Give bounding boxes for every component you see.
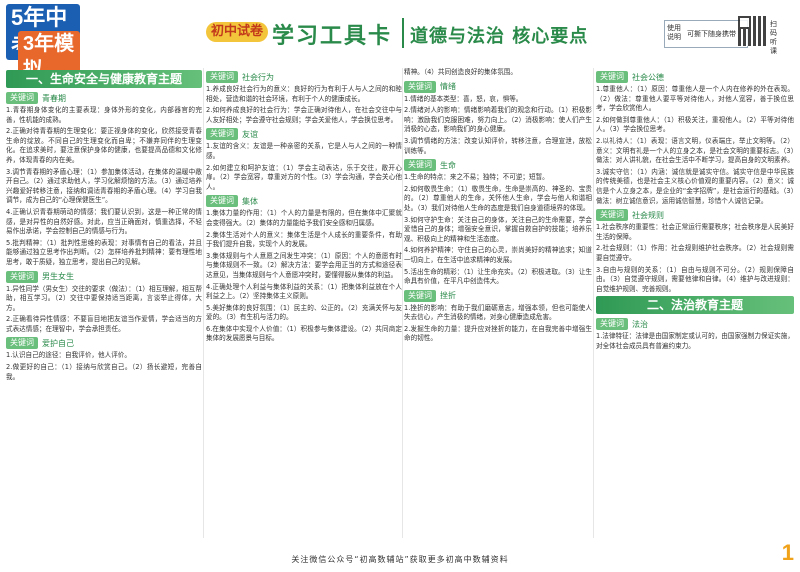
keyword-topic: 挫折 [440, 291, 456, 301]
point-text: 5.活出生命的精彩：（1）让生命充实。（2）积极进取。（3）让生命具有价值，在平… [404, 267, 592, 286]
keyword-tag: 关键词 [206, 71, 238, 83]
usage-box: 使用说明 可撕下随身携带 [664, 20, 748, 48]
keyword-row: 关键词 社会行为 [206, 71, 402, 83]
point-text: 3.如何守护生命：关注自己的身体，关注自己的生命需要，学会爱惜自己的身体；增强安… [404, 215, 592, 243]
keyword-tag: 关键词 [404, 159, 436, 172]
point-text: 3.集体规则与个人意愿之间发生冲突：（1）原因：个人的意愿有时与集体规则不一致。… [206, 251, 402, 279]
keyword-row: 关键词 法治 [596, 318, 794, 331]
point-text: 精神。（4）共同创造良好的集体氛围。 [404, 68, 517, 76]
keyword-row: 关键词 社会规则 [596, 209, 794, 222]
point-text: 2.如何建立和呵护友谊：（1）学会主动表达，乐于交往，敞开心扉。（2）学会宽容，… [206, 163, 402, 191]
keyword-tag: 关键词 [404, 289, 436, 302]
keyword-topic: 生命 [440, 160, 456, 170]
keyword-topic: 社会规则 [632, 210, 664, 220]
point-text: 2.如何养成良好的社会行为：学会正确对待他人，在社会交往中与人友好相处；学会遵守… [206, 106, 402, 124]
point-text: 4.正确认识青春期萌动的情感：我们要认识到，这是一种正常的情感，是对异性的自然好… [6, 207, 202, 236]
keyword-row: 关键词 情绪 [404, 80, 592, 93]
keyword-tag: 关键词 [6, 337, 38, 350]
brand-logo: 5年中考 3年模拟 [6, 4, 80, 83]
keyword-tag: 关键词 [596, 209, 628, 222]
point-text: 1.情绪的基本类型：喜，怒，哀，惧等。 [404, 94, 523, 103]
point-text: 2.情绪对人的影响：情绪影响着我们的观念和行动。（1）积极影响：激励我们克服困难… [404, 106, 592, 134]
point-text: 1.挫折的影响：有助于我们磨砺意志，增强本领，但也可能使人失去信心，产生消极的情… [404, 303, 592, 322]
column-4: 关键词 社会公德 1.尊重他人：（1）原因：尊重他人是一个人内在修养的外在表现。（… [596, 68, 794, 550]
point-text: 5.美好集体的良好氛围：（1）民主的、公正的。（2）充满关怀与友爱的。（3）有生… [206, 303, 402, 322]
point-text: 3.调节情绪的方法：改变认知评价，转移注意，合理宣泄，放松训练等。 [404, 136, 592, 155]
point-text: 2.正确看待异性情感：不要盲目地把友谊当作爱情，学会适当的方式表达情感；在理智中… [6, 315, 202, 333]
point-text: 1.异性同学（男女生）交往的要求（做法）：（1）相互理解，相互帮助，相互学习。（… [6, 284, 202, 312]
keyword-topic: 青春期 [42, 93, 66, 103]
page-number: 1 [781, 540, 794, 565]
point-text: 2.如何敬畏生命：（1）敬畏生命，生命是崇高的、神圣的、宝贵的。（2）尊重他人的… [404, 184, 592, 212]
keyword-tag: 关键词 [404, 80, 436, 93]
keyword-tag: 关键词 [6, 270, 38, 283]
point-text: 2.如何做到尊重他人：（1）积极关注，重视他人。（2）平等对待他人。（3）学会换… [596, 115, 794, 134]
keyword-row: 关键词 青春期 [6, 92, 202, 104]
point-text: 1.认识自己的途径：自我评价，他人评价。 [6, 351, 131, 360]
point-text: 3.自由与规则的关系：（1）自由与规则不可分。（2）规则保障自由。（3）自觉遵守… [596, 265, 794, 293]
keyword-topic: 法治 [632, 319, 648, 329]
point-text: 1.法律特征：法律是由国家制定或认可的，由国家强制力保证实施，对全体社会成员具有… [596, 332, 794, 350]
keyword-topic: 男生女生 [42, 272, 74, 281]
point-text: 1.生命的特点：来之不易；独特；不可逆；短暂。 [404, 173, 549, 182]
section-heading: 二、法治教育主题 [596, 296, 794, 315]
point-text: 1.养成良好社会行为的意义：良好的行为有利于人与人之间的和睦相处，营造和谐的社会… [206, 85, 402, 103]
keyword-tag: 关键词 [596, 71, 628, 83]
keyword-row: 关键词 集体 [206, 195, 402, 208]
keyword-row: 关键词 爱护自己 [6, 337, 202, 350]
keyword-tag: 关键词 [206, 128, 238, 141]
column-3: 精神。（4）共同创造良好的集体氛围。 关键词 情绪 1.情绪的基本类型：喜，怒，哀… [404, 68, 592, 550]
point-text: 2.集体生活对个人的意义：集体生活是个人成长的重要条件，有助于我们提升自我，实现… [206, 230, 402, 249]
keyword-row: 关键词 男生女生 [6, 270, 202, 283]
exam-badge: 初中试卷 [206, 22, 268, 42]
point-text: 3.调节青春期的矛盾心理：（1）参加集体活动，在集体的温暖中敞开自己。（2）通过… [6, 167, 202, 205]
keyword-tag: 关键词 [6, 92, 38, 104]
point-text: 2.做更好的自己：（1）接纳与欣赏自己。（2）扬长避短，完善自我。 [6, 363, 202, 381]
keyword-topic: 友谊 [242, 129, 258, 139]
point-text: 4.正确处理个人利益与集体利益的关系：（1）把集体利益放在个人利益之上。（2）坚… [206, 282, 402, 301]
keyword-row: 关键词 生命 [404, 159, 592, 172]
keyword-tag: 关键词 [206, 195, 238, 208]
point-text: 2.正确对待青春期的生理变化：要正视身体的变化，欣然接受青春生命的绽放。不同自己… [6, 127, 202, 164]
point-text: 1.尊重他人：（1）原因：尊重他人是一个人内在修养的外在表现。（2）做法：尊重他… [596, 85, 794, 113]
point-text: 1.集体力量的作用：（1）个人的力量是有限的，但在集体中汇聚就会变得强大。（2）… [206, 209, 402, 227]
keyword-topic: 集体 [242, 196, 258, 206]
column-2: 关键词 社会行为 1.养成良好社会行为的意义：良好的行为有利于人与人之间的和睦相处… [206, 68, 402, 550]
point-text: 2.以礼待人：（1）表现：语言文明，仪表端庄，举止文明等。（2）意义：文明有礼是… [596, 136, 794, 165]
footer-note: 关注微信公众号“初高数辅站”获取更多初高中数辅资料 [291, 555, 509, 564]
qr-label: 扫码听课 [770, 20, 777, 55]
point-text: 6.在集体中实现个人价值：（1）积极参与集体建设。（2）共同商定集体的发展愿景与… [206, 324, 402, 343]
header: 5年中考 3年模拟 初中试卷 学习工具卡 道德与法治 核心要点 使用说明 可撕下… [0, 0, 800, 83]
qr-code-icon[interactable] [738, 16, 768, 46]
point-text: 1.友谊的含义：友谊是一种亲密的关系，它是人与人之间的一种情感。 [206, 142, 402, 160]
point-text: 3.诚实守信：（1）内涵：诚信就是诚实守信。诚实守信是中华民族的传统美德，也是社… [596, 167, 794, 205]
point-text: 1.社会秩序的重要性：社会正常运行需要秩序；社会秩序是人民美好生活的保障。 [596, 223, 794, 241]
point-text: 2.发掘生命的力量：提升应对挫折的能力，在自我完善中增强生命的韧性。 [404, 324, 592, 343]
point-text: 5.批判精神：（1）批判性思维的表现：对事情有自己的看法，并且能够通过独立思考作… [6, 238, 202, 266]
keyword-row: 关键词 挫折 [404, 289, 592, 302]
column-divider [593, 68, 594, 538]
keyword-tag: 关键词 [596, 318, 628, 331]
page-subtitle: 道德与法治 核心要点 [410, 26, 589, 47]
section-heading: 一、生命安全与健康教育主题 [6, 70, 202, 88]
keyword-topic: 社会行为 [242, 72, 274, 82]
keyword-row: 关键词 社会公德 [596, 71, 794, 83]
column-divider [203, 68, 204, 538]
column-1: 一、生命安全与健康教育主题 关键词 青春期 1.青春期身体变化的主要表现：身体外形… [6, 68, 202, 550]
keyword-topic: 情绪 [440, 82, 456, 92]
point-text: 4.如何养护精神：守住自己的心灵，崇尚美好的精神追求；知道一切向上，在生活中追求… [404, 246, 592, 264]
keyword-topic: 爱护自己 [42, 338, 74, 348]
point-text: 2.社会规则：（1）作用：社会规则维护社会秩序。（2）社会规则需要自觉遵守。 [596, 244, 794, 262]
title-divider [402, 18, 404, 48]
page-title: 学习工具卡 [272, 24, 393, 49]
point-text: 1.青春期身体变化的主要表现：身体外形的变化，内部器官的完善，性机能的成熟。 [6, 106, 202, 124]
keyword-row: 关键词 友谊 [206, 128, 402, 141]
keyword-topic: 社会公德 [632, 72, 664, 82]
column-divider [402, 68, 403, 538]
